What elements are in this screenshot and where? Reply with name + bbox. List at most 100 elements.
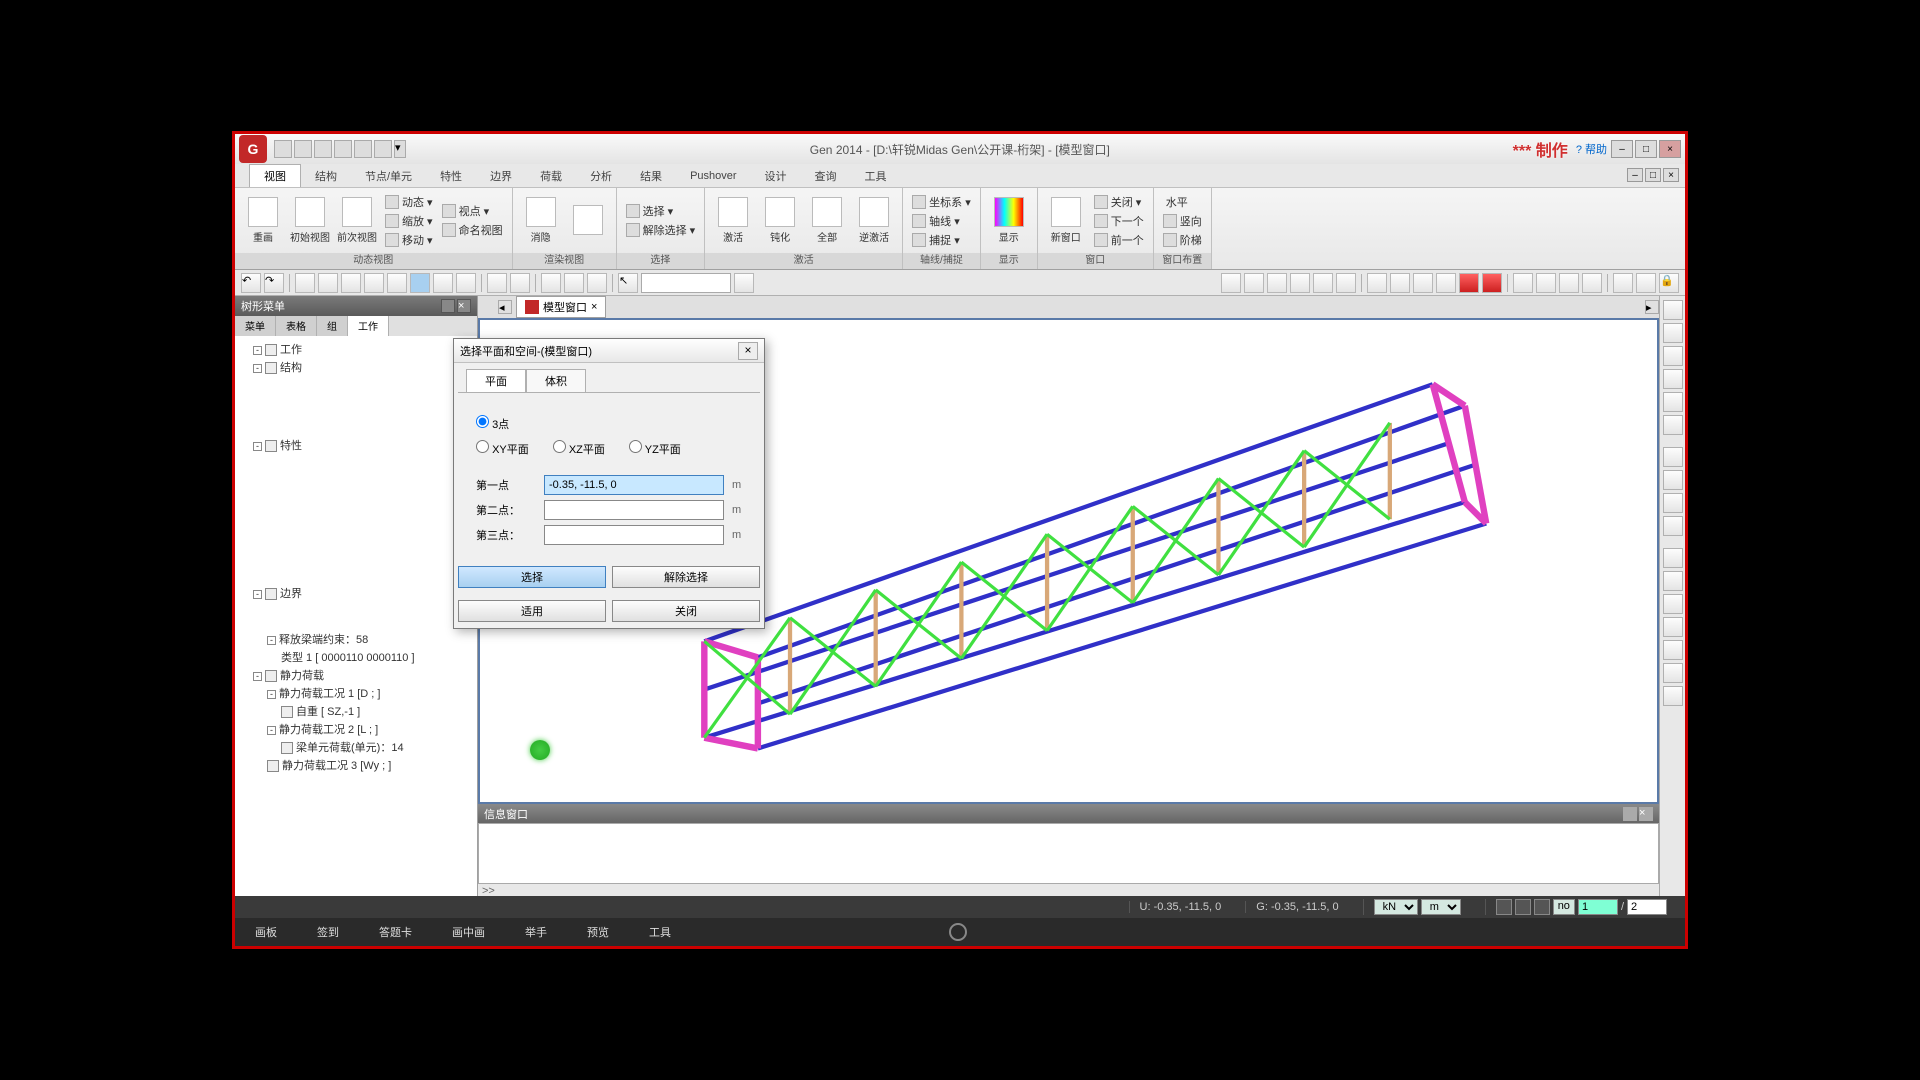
- dynamic-dropdown[interactable]: 动态 ▾: [382, 193, 436, 211]
- tree-item[interactable]: -静力荷载工况 2 [L ; ]: [239, 720, 473, 738]
- qat-new[interactable]: [274, 140, 292, 158]
- menu-tab-result[interactable]: 结果: [626, 165, 676, 187]
- qat-preview[interactable]: [374, 140, 392, 158]
- tool-btn[interactable]: [1582, 273, 1602, 293]
- rt-btn[interactable]: [1663, 516, 1683, 536]
- rt-btn[interactable]: [1663, 686, 1683, 706]
- apply-button[interactable]: 适用: [458, 600, 606, 622]
- tree-tab[interactable]: 菜单: [235, 316, 276, 336]
- redo-button[interactable]: ↷: [264, 273, 284, 293]
- activate-button[interactable]: 激活: [711, 197, 755, 244]
- prev-view-button[interactable]: 前次视图: [335, 197, 379, 244]
- raise-hand-button[interactable]: 举手: [525, 924, 547, 940]
- preview-button[interactable]: 预览: [587, 924, 609, 940]
- tool-btn[interactable]: [1336, 273, 1356, 293]
- tab-nav-left[interactable]: ◂: [498, 300, 512, 314]
- tool-btn[interactable]: [564, 273, 584, 293]
- dlg-tab-volume[interactable]: 体积: [526, 369, 586, 392]
- answer-button[interactable]: 答题卡: [379, 924, 412, 940]
- tool-btn[interactable]: [1436, 273, 1456, 293]
- tool-btn[interactable]: [541, 273, 561, 293]
- menu-tab-analysis[interactable]: 分析: [576, 165, 626, 187]
- qat-undo[interactable]: [334, 140, 352, 158]
- menu-tab-struct[interactable]: 结构: [301, 165, 351, 187]
- tools-button[interactable]: 工具: [649, 924, 671, 940]
- select-dropdown[interactable]: 选择 ▾: [623, 202, 699, 220]
- grid-dropdown[interactable]: 轴线 ▾: [909, 212, 974, 230]
- radio-yz[interactable]: YZ平面: [629, 440, 681, 457]
- tile-h-button[interactable]: 水平: [1160, 193, 1205, 211]
- input-point3[interactable]: [544, 525, 724, 545]
- viewpoint-dropdown[interactable]: 视点 ▾: [439, 202, 506, 220]
- rt-btn[interactable]: [1663, 640, 1683, 660]
- tree-item[interactable]: 梁单元荷载(单元)：14: [239, 738, 473, 756]
- menu-tab-bound[interactable]: 边界: [476, 165, 526, 187]
- pin-icon[interactable]: [441, 299, 455, 313]
- tool-btn[interactable]: [1267, 273, 1287, 293]
- tree-item[interactable]: 静力荷载工况 3 [Wy ; ]: [239, 756, 473, 774]
- rt-btn[interactable]: [1663, 346, 1683, 366]
- menu-tab-node[interactable]: 节点/单元: [351, 165, 426, 187]
- inverse-button[interactable]: 逆激活: [852, 197, 896, 244]
- rt-btn[interactable]: [1663, 415, 1683, 435]
- snap-dropdown[interactable]: 捕捉 ▾: [909, 231, 974, 249]
- lock-button[interactable]: 🔒: [1659, 273, 1679, 293]
- tool-btn-red[interactable]: [1482, 273, 1502, 293]
- rt-btn[interactable]: [1663, 548, 1683, 568]
- radio-xz[interactable]: XZ平面: [553, 440, 605, 457]
- child-max[interactable]: □: [1645, 168, 1661, 182]
- tool-btn[interactable]: [1290, 273, 1310, 293]
- named-view-button[interactable]: 命名视图: [439, 221, 506, 239]
- power-icon[interactable]: [949, 923, 967, 941]
- undo-button[interactable]: ↶: [241, 273, 261, 293]
- tool-btn[interactable]: [1313, 273, 1333, 293]
- tool-btn[interactable]: [433, 273, 453, 293]
- rt-btn[interactable]: [1663, 663, 1683, 683]
- tool-btn[interactable]: [295, 273, 315, 293]
- deactivate-button[interactable]: 钝化: [758, 197, 802, 244]
- length-unit-combo[interactable]: m: [1421, 899, 1461, 915]
- cascade-button[interactable]: 阶梯: [1160, 231, 1205, 249]
- pan-dropdown[interactable]: 移动 ▾: [382, 231, 436, 249]
- dialog-close-button[interactable]: ×: [738, 342, 758, 360]
- signin-button[interactable]: 签到: [317, 924, 339, 940]
- qat-save[interactable]: [314, 140, 332, 158]
- rt-btn[interactable]: [1663, 493, 1683, 513]
- tool-btn[interactable]: [1244, 273, 1264, 293]
- input-point2[interactable]: [544, 500, 724, 520]
- page-input[interactable]: [1578, 899, 1618, 915]
- minimize-button[interactable]: –: [1611, 140, 1633, 158]
- tool-btn[interactable]: [510, 273, 530, 293]
- close-button[interactable]: 关闭: [612, 600, 760, 622]
- tree-tab[interactable]: 表格: [276, 316, 317, 336]
- tool-btn[interactable]: [1513, 273, 1533, 293]
- tool-btn[interactable]: [410, 273, 430, 293]
- tab-nav-right[interactable]: ▸: [1645, 300, 1659, 314]
- tool-btn[interactable]: [1413, 273, 1433, 293]
- tool-btn[interactable]: [734, 273, 754, 293]
- child-min[interactable]: –: [1627, 168, 1643, 182]
- pin-icon[interactable]: [1623, 807, 1637, 821]
- close-button[interactable]: ×: [1659, 140, 1681, 158]
- tree-item[interactable]: 类型 1 [ 0000110 0000110 ]: [239, 648, 473, 666]
- rt-btn[interactable]: [1663, 617, 1683, 637]
- tool-btn[interactable]: [318, 273, 338, 293]
- menu-tab-view[interactable]: 视图: [249, 164, 301, 187]
- cursor-tool[interactable]: ↖: [618, 273, 638, 293]
- menu-tab-pushover[interactable]: Pushover: [676, 167, 750, 185]
- new-window-button[interactable]: 新窗口: [1044, 197, 1088, 244]
- tool-btn[interactable]: [1636, 273, 1656, 293]
- pip-button[interactable]: 画中画: [452, 924, 485, 940]
- tree-item[interactable]: -静力荷载工况 1 [D ; ]: [239, 684, 473, 702]
- rt-btn[interactable]: [1663, 300, 1683, 320]
- radio-xy[interactable]: XY平面: [476, 440, 529, 457]
- select-button[interactable]: 选择: [458, 566, 606, 588]
- dlg-tab-plane[interactable]: 平面: [466, 369, 526, 392]
- close-tab-icon[interactable]: ×: [591, 301, 597, 313]
- tool-btn[interactable]: [1559, 273, 1579, 293]
- display-button[interactable]: 显示: [987, 197, 1031, 244]
- board-button[interactable]: 画板: [255, 924, 277, 940]
- tool-btn[interactable]: [1536, 273, 1556, 293]
- initial-view-button[interactable]: 初始视图: [288, 197, 332, 244]
- menu-tab-query[interactable]: 查询: [801, 165, 851, 187]
